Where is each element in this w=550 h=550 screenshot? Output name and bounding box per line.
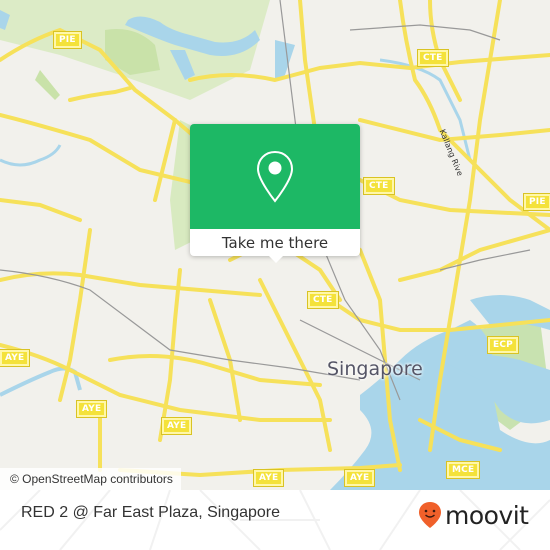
road-shield-cte: CTE	[363, 177, 395, 195]
city-label: Singapore	[327, 358, 423, 380]
map-attribution[interactable]: © OpenStreetMap contributors	[0, 468, 181, 490]
place-name: RED 2 @ Far East Plaza, Singapore	[21, 504, 281, 521]
map-pin-icon	[256, 150, 294, 203]
road-shield-aye: AYE	[160, 417, 193, 435]
take-me-there-button[interactable]: Take me there	[190, 229, 360, 256]
road-shield-aye: AYE	[75, 400, 108, 418]
brand-name: moovit	[445, 500, 529, 530]
road-shield-cte: CTE	[307, 291, 339, 309]
map-view[interactable]: PIE CTE CTE PIE CTE ECP AYE AYE AYE AYE …	[0, 0, 550, 490]
road-shield-aye: AYE	[252, 469, 285, 487]
location-popup: Take me there	[190, 124, 360, 263]
popup-tail	[268, 255, 284, 263]
road-shield-aye: AYE	[343, 469, 376, 487]
road-shield-ecp: ECP	[487, 336, 519, 354]
moovit-pin-icon	[419, 502, 441, 528]
footer-bar: RED 2 @ Far East Plaza, Singapore moovit	[0, 490, 550, 550]
popup-header	[190, 124, 360, 229]
road-shield-cte: CTE	[417, 49, 449, 67]
moovit-logo[interactable]: moovit	[418, 500, 529, 530]
road-shield-pie: PIE	[523, 193, 550, 211]
road-shield-pie: PIE	[53, 31, 82, 49]
road-shield-mce: MCE	[445, 461, 481, 479]
road-shield-aye: AYE	[0, 349, 31, 367]
